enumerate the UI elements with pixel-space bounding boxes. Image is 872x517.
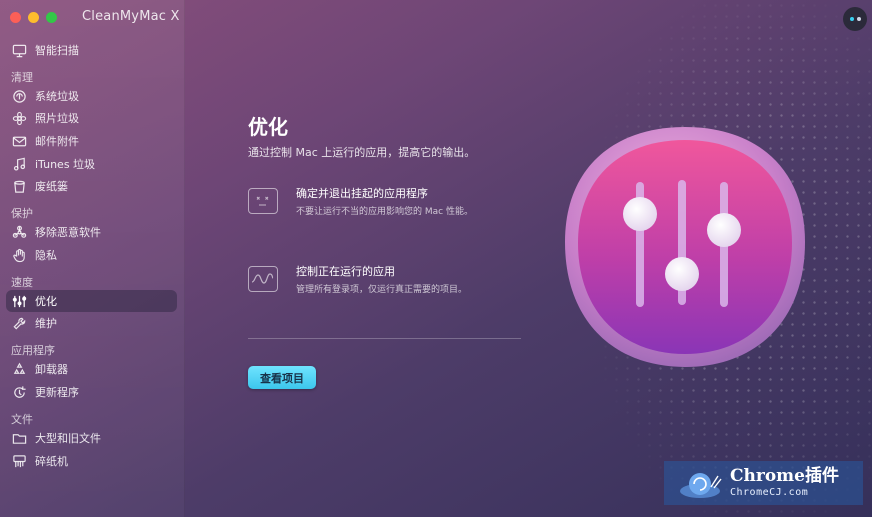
updater-icon <box>11 384 27 400</box>
sidebar-item-label: 更新程序 <box>35 386 79 399</box>
sidebar-item-label: 邮件附件 <box>35 135 79 148</box>
sidebar-item-privacy[interactable]: 隐私 <box>6 244 177 266</box>
watermark-url: ChromeCJ.com <box>730 487 809 498</box>
minimize-window-button[interactable] <box>28 12 39 23</box>
sidebar-item-label: iTunes 垃圾 <box>35 158 96 171</box>
sidebar-item-mail-attachments[interactable]: 邮件附件 <box>6 130 177 152</box>
sidebar-item-label: 维护 <box>35 317 57 330</box>
app-title: CleanMyMac X <box>82 9 180 24</box>
sidebar-item-maintenance[interactable]: 维护 <box>6 312 177 334</box>
page-subtitle: 通过控制 Mac 上运行的应用，提高它的输出。 <box>248 146 476 159</box>
sidebar-item-smart-scan[interactable]: 智能扫描 <box>6 39 177 61</box>
feature-description: 管理所有登录项，仅运行真正需要的项目。 <box>296 285 468 295</box>
sidebar-item-uninstaller[interactable]: 卸载器 <box>6 358 177 380</box>
app-window: 智能扫描 清理 系统垃圾 照片垃圾 邮件附件 iTunes 垃圾 废纸篓 保护 … <box>0 0 872 517</box>
watermark-title: Chrome插件 <box>730 466 839 486</box>
sidebar-item-system-junk[interactable]: 系统垃圾 <box>6 85 177 107</box>
sidebar-section-applications: 应用程序 <box>11 344 55 357</box>
system-junk-icon <box>11 88 27 104</box>
sidebar-item-label: 系统垃圾 <box>35 90 79 103</box>
sidebar-item-label: 优化 <box>35 295 57 308</box>
sidebar-item-label: 废纸篓 <box>35 180 68 193</box>
sidebar-item-itunes-junk[interactable]: iTunes 垃圾 <box>6 153 177 175</box>
hung-app-face-icon <box>248 188 278 214</box>
monitor-icon <box>11 42 27 58</box>
sidebar-item-photo-junk[interactable]: 照片垃圾 <box>6 107 177 129</box>
sidebar-item-label: 照片垃圾 <box>35 112 79 125</box>
sidebar-item-malware-removal[interactable]: 移除恶意软件 <box>6 221 177 243</box>
activity-wave-icon <box>248 266 278 292</box>
sidebar-item-label: 卸载器 <box>35 363 68 376</box>
sidebar-section-speed: 速度 <box>11 276 33 289</box>
sidebar: 智能扫描 清理 系统垃圾 照片垃圾 邮件附件 iTunes 垃圾 废纸篓 保护 … <box>0 0 185 517</box>
sidebar-item-label: 隐私 <box>35 249 57 262</box>
page-title: 优化 <box>248 115 288 139</box>
sidebar-item-label: 智能扫描 <box>35 44 79 57</box>
sidebar-item-label: 碎纸机 <box>35 455 68 468</box>
sidebar-item-trash[interactable]: 废纸篓 <box>6 175 177 197</box>
biohazard-icon <box>11 224 27 240</box>
feature-description: 不要让运行不当的应用影响您的 Mac 性能。 <box>296 207 473 217</box>
feature-hung-apps: 确定并退出挂起的应用程序 不要让运行不当的应用影响您的 Mac 性能。 <box>248 185 528 225</box>
sidebar-section-clean: 清理 <box>11 71 33 84</box>
window-controls <box>10 12 57 23</box>
sidebar-item-large-old-files[interactable]: 大型和旧文件 <box>6 427 177 449</box>
sliders-icon <box>11 293 27 309</box>
trash-icon <box>11 178 27 194</box>
feature-title: 控制正在运行的应用 <box>296 265 395 278</box>
shredder-icon <box>11 453 27 469</box>
optimization-hero-icon <box>560 122 810 372</box>
hand-icon <box>11 247 27 263</box>
close-window-button[interactable] <box>10 12 21 23</box>
wrench-icon <box>11 315 27 331</box>
sidebar-item-label: 移除恶意软件 <box>35 226 101 239</box>
sidebar-item-shredder[interactable]: 碎纸机 <box>6 450 177 472</box>
uninstaller-icon <box>11 361 27 377</box>
music-note-icon <box>11 156 27 172</box>
feature-title: 确定并退出挂起的应用程序 <box>296 187 428 200</box>
folder-icon <box>11 430 27 446</box>
snail-logo-icon <box>680 473 722 498</box>
watermark: Chrome插件 ChromeCJ.com <box>664 461 863 505</box>
zoom-window-button[interactable] <box>46 12 57 23</box>
photo-junk-icon <box>11 110 27 126</box>
divider <box>248 338 521 339</box>
sidebar-item-label: 大型和旧文件 <box>35 432 101 445</box>
mail-icon <box>11 133 27 149</box>
assistant-button[interactable] <box>843 7 867 31</box>
sidebar-item-optimization[interactable]: 优化 <box>6 290 177 312</box>
view-items-button[interactable]: 查看项目 <box>248 366 316 389</box>
sidebar-item-updater[interactable]: 更新程序 <box>6 381 177 403</box>
feature-running-apps: 控制正在运行的应用 管理所有登录项，仅运行真正需要的项目。 <box>248 263 528 303</box>
sidebar-section-files: 文件 <box>11 413 33 426</box>
sidebar-section-protect: 保护 <box>11 207 33 220</box>
